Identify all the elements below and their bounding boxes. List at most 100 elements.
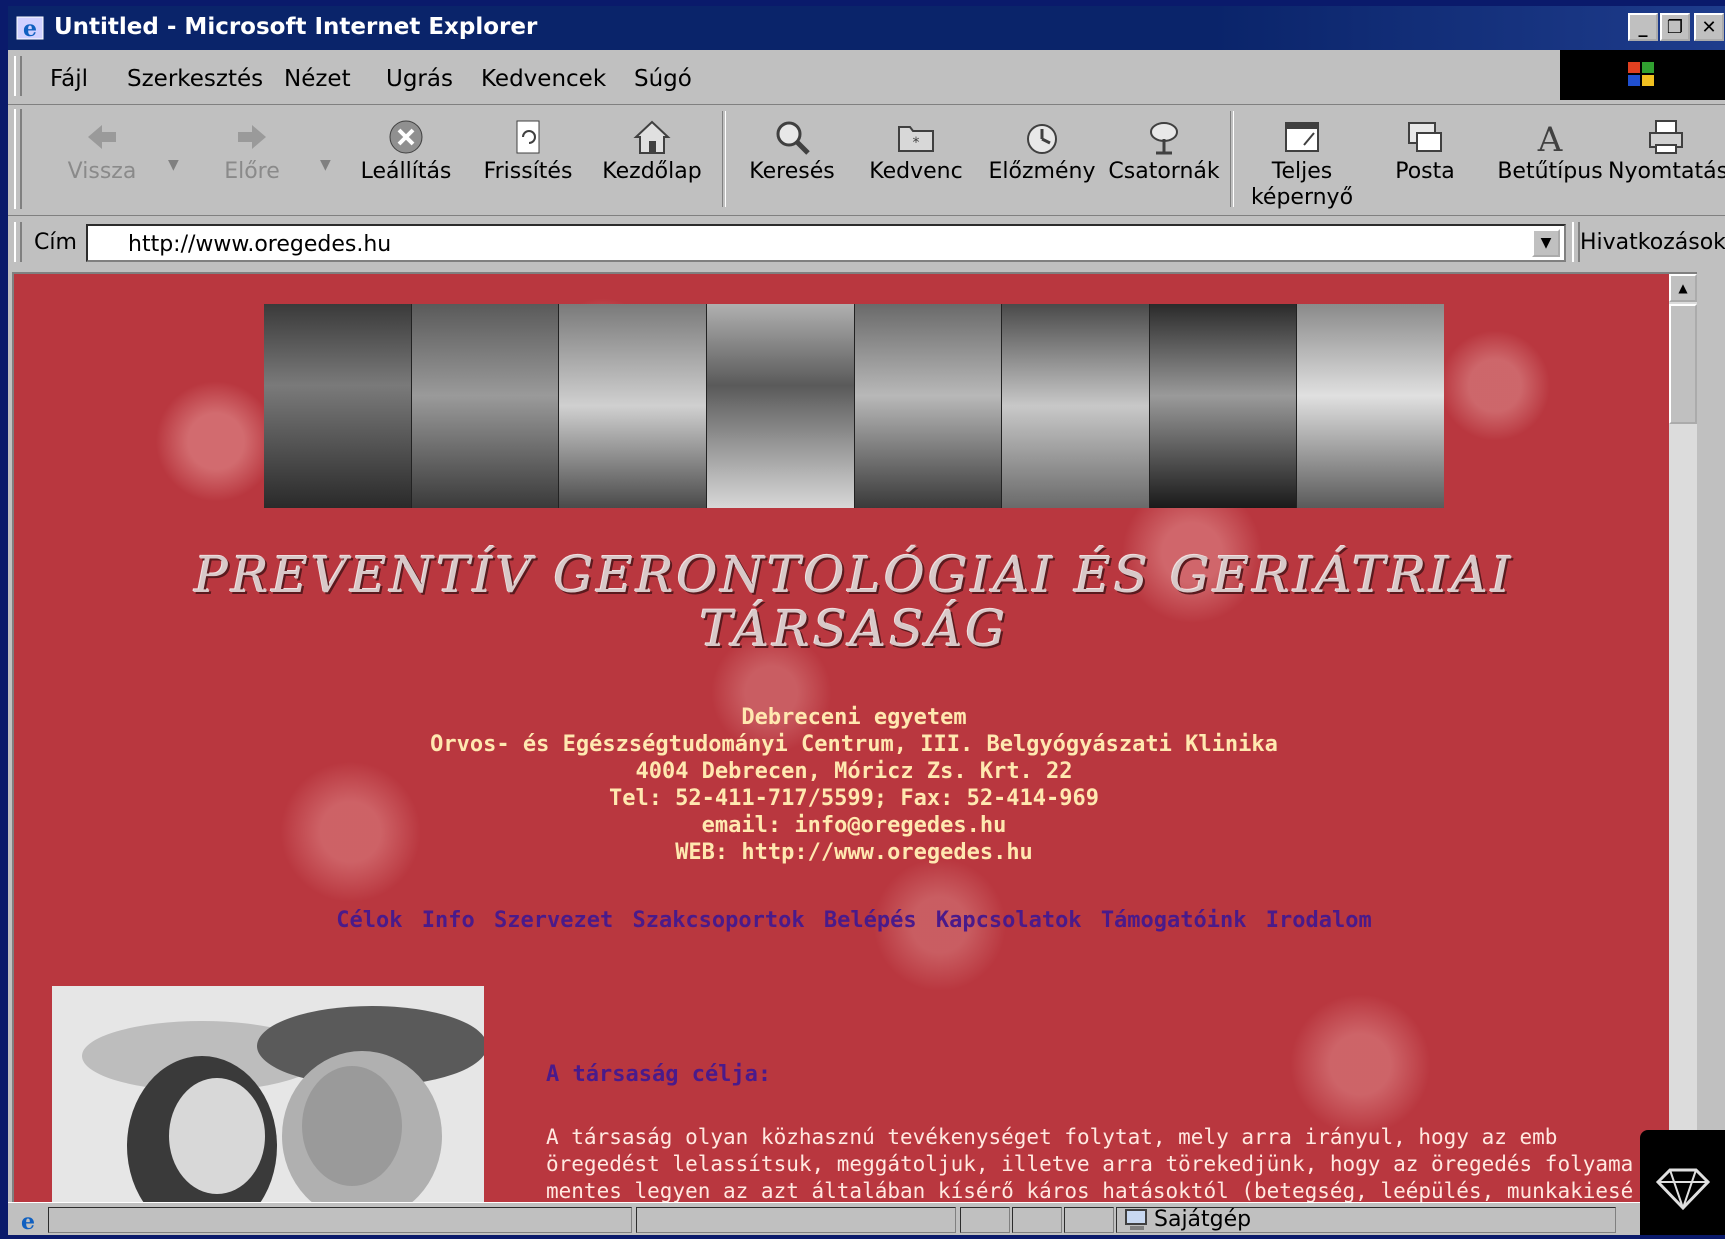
menu-favorites[interactable]: Kedvencek [481, 66, 606, 92]
toolbar-grip[interactable] [14, 109, 22, 209]
back-arrow-icon [88, 125, 116, 149]
address-url[interactable]: http://www.oregedes.hu [128, 232, 391, 257]
windows-logo [1560, 50, 1725, 100]
back-button[interactable]: Vissza [54, 105, 150, 213]
page-headline-line2: TÁRSASÁG [699, 600, 1009, 658]
print-button[interactable]: Nyomtatás [1608, 105, 1725, 213]
nav-link-info[interactable]: Info [422, 908, 475, 933]
channels-button[interactable]: Csatornák [1104, 105, 1224, 213]
status-panel [1064, 1207, 1114, 1233]
favorites-button[interactable]: * Kedvenc [858, 105, 974, 213]
svg-text:e: e [23, 16, 37, 42]
title-bar: e Untitled - Microsoft Internet Explorer… [8, 6, 1725, 50]
font-icon: A [1537, 120, 1563, 157]
portrait-photo [706, 304, 855, 508]
portrait-photo [1297, 304, 1444, 508]
mail-button[interactable]: Posta [1370, 105, 1480, 213]
home-button[interactable]: Kezdőlap [592, 105, 712, 213]
minimize-button[interactable]: _ [1628, 13, 1658, 41]
scroll-thumb[interactable] [1669, 304, 1697, 424]
toolbar-separator [1230, 111, 1234, 207]
page-headline-line1: PREVENTÍV GERONTOLÓGIAI ÉS GERIÁTRIAI [194, 546, 1514, 604]
internet-explorer-icon: e [16, 16, 44, 42]
status-panel [48, 1207, 632, 1233]
address-input[interactable]: http://www.oregedes.hu ▼ [86, 224, 1566, 262]
address-bar: Cím http://www.oregedes.hu ▼ Hivatkozáso… [8, 216, 1725, 268]
font-button[interactable]: A Betűtípus [1492, 105, 1608, 213]
portrait-photo [559, 304, 707, 508]
security-zone-label: Sajátgép [1154, 1207, 1252, 1232]
address-label: Cím [34, 230, 77, 255]
favorites-folder-icon: * [898, 126, 934, 152]
goal-line: mentes legyen az azt általában kísérő ká… [546, 1179, 1634, 1203]
contact-line: 4004 Debrecen, Móricz Zs. Krt. 22 [635, 759, 1073, 784]
status-panel [1012, 1207, 1062, 1233]
up-arrow-icon: ▲ [1678, 281, 1688, 295]
search-icon [776, 121, 810, 155]
refresh-button[interactable]: Frissítés [470, 105, 586, 213]
portrait-photo [264, 304, 412, 508]
menu-edit[interactable]: Szerkesztés [127, 66, 263, 92]
contact-line: Debreceni egyetem [741, 705, 967, 730]
standard-toolbar: Vissza ▼ Előre ▼ Leállítás Frissítés Kez… [8, 105, 1725, 216]
fullscreen-icon [1285, 122, 1319, 152]
close-button[interactable]: ✕ [1694, 13, 1724, 41]
goal-line: öregedést lelassítsuk, meggátoljuk, ille… [546, 1152, 1634, 1176]
goal-heading: A társaság célja: [546, 1062, 772, 1087]
elderly-portraits-banner [264, 304, 1444, 508]
status-bar: e Sajátgép [8, 1202, 1725, 1235]
status-panel [960, 1207, 1010, 1233]
printer-icon [1649, 120, 1683, 154]
maximize-button[interactable]: ❐ [1660, 13, 1690, 41]
fullscreen-button[interactable]: Teljes képernyő [1240, 105, 1364, 213]
nav-link-irodalom[interactable]: Irodalom [1266, 908, 1372, 933]
goal-line: A társaság olyan közhasznú tevékenységet… [546, 1125, 1558, 1149]
history-button[interactable]: Előzmény [980, 105, 1104, 213]
nav-link-szakcsoportok[interactable]: Szakcsoportok [632, 908, 804, 933]
address-grip[interactable] [14, 222, 22, 262]
contact-block: Debreceni egyetem Orvos- és Egészségtudo… [14, 704, 1694, 866]
refresh-icon [516, 120, 540, 154]
svg-text:*: * [913, 135, 920, 151]
menu-grip[interactable] [14, 56, 22, 96]
menu-view[interactable]: Nézet [284, 66, 351, 92]
forward-button[interactable]: Előre [204, 105, 300, 213]
links-label[interactable]: Hivatkozások [1580, 230, 1725, 255]
menu-go[interactable]: Ugrás [386, 66, 453, 92]
site-navigation: Célok Info Szervezet Szakcsoportok Belép… [14, 908, 1694, 933]
home-icon [633, 120, 671, 154]
window-title: Untitled - Microsoft Internet Explorer [54, 14, 538, 40]
menu-help[interactable]: Súgó [634, 66, 692, 92]
stop-icon [389, 120, 423, 154]
forward-dropdown-icon[interactable]: ▼ [320, 157, 331, 173]
nav-link-belepes[interactable]: Belépés [824, 908, 917, 933]
links-grip[interactable] [1572, 222, 1580, 262]
stop-button[interactable]: Leállítás [348, 105, 464, 213]
menu-bar: Fájl Szerkesztés Nézet Ugrás Kedvencek S… [8, 50, 1725, 105]
contact-line: email: info@oregedes.hu [701, 813, 1007, 838]
search-button[interactable]: Keresés [734, 105, 850, 213]
nav-link-celok[interactable]: Célok [336, 908, 402, 933]
nav-link-kapcsolatok[interactable]: Kapcsolatok [936, 908, 1082, 933]
page-content: PREVENTÍV GERONTOLÓGIAI ÉS GERIÁTRIAI TÁ… [12, 272, 1697, 1204]
contact-line: WEB: http://www.oregedes.hu [675, 840, 1033, 865]
channels-satellite-icon [1150, 122, 1178, 155]
scroll-up-button[interactable]: ▲ [1669, 274, 1697, 302]
nav-link-tamogatoink[interactable]: Támogatóink [1101, 908, 1247, 933]
my-computer-icon [1125, 1209, 1147, 1230]
menu-file[interactable]: Fájl [50, 66, 88, 92]
browser-window: e Untitled - Microsoft Internet Explorer… [8, 6, 1725, 1235]
nav-link-szervezet[interactable]: Szervezet [494, 908, 613, 933]
history-clock-icon [1027, 124, 1057, 154]
contact-line: Orvos- és Egészségtudományi Centrum, III… [430, 732, 1278, 757]
two-women-photo [52, 986, 484, 1204]
vertical-scrollbar[interactable]: ▲ [1669, 274, 1697, 1204]
address-dropdown-button[interactable]: ▼ [1532, 229, 1560, 257]
corner-logo [1640, 1130, 1725, 1235]
portrait-photo [1149, 304, 1298, 508]
portrait-photo [854, 304, 1003, 508]
toolbar-separator [722, 111, 726, 207]
back-dropdown-icon[interactable]: ▼ [168, 157, 179, 173]
mail-icon [1408, 122, 1442, 152]
forward-arrow-icon [238, 125, 266, 149]
